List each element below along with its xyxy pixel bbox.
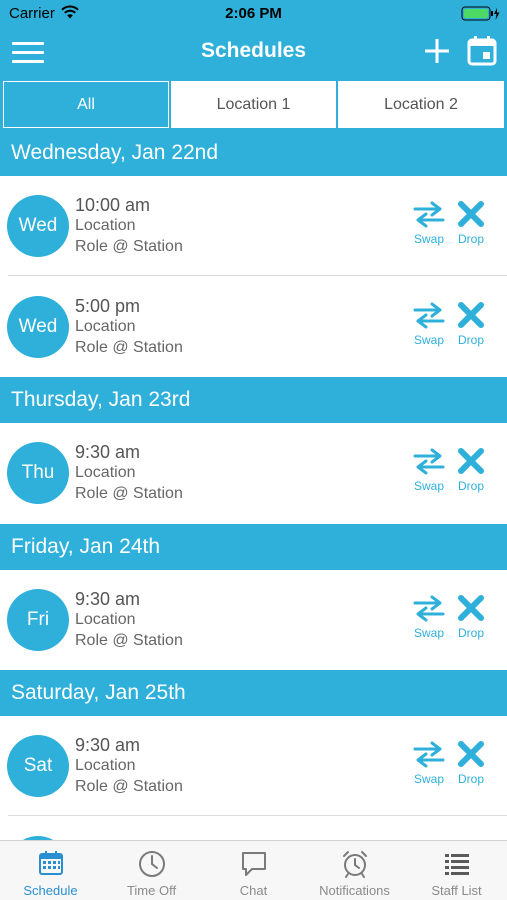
menu-icon[interactable] bbox=[10, 38, 46, 68]
shift-role: Role @ Station bbox=[75, 238, 183, 255]
shift-row[interactable]: Wed 5:00 pm Location Role @ Station Swap… bbox=[0, 277, 507, 377]
add-icon[interactable] bbox=[422, 36, 452, 66]
tab-time-off[interactable]: Time Off bbox=[101, 841, 202, 900]
row-divider bbox=[8, 275, 507, 276]
tab-label: Schedule bbox=[23, 883, 78, 898]
nav-bar: Schedules bbox=[0, 28, 507, 78]
status-bar: Carrier 2:06 PM bbox=[0, 0, 507, 28]
close-icon bbox=[458, 201, 484, 227]
swap-icon bbox=[413, 201, 445, 228]
shift-role: Role @ Station bbox=[75, 632, 183, 649]
shift-row[interactable]: Sat 9:30 am Location Role @ Station Swap… bbox=[0, 716, 507, 816]
battery-icon bbox=[461, 6, 500, 21]
top-bar: Carrier 2:06 PM Schedules bbox=[0, 0, 507, 78]
swap-icon bbox=[413, 302, 445, 329]
tab-label: Staff List bbox=[431, 883, 482, 898]
drop-button[interactable]: Drop bbox=[453, 740, 489, 790]
shift-role: Role @ Station bbox=[75, 339, 183, 356]
drop-label: Drop bbox=[457, 232, 484, 246]
shift-time: 9:30 am bbox=[75, 589, 141, 609]
day-badge: Sat bbox=[7, 735, 69, 797]
tab-location-1[interactable]: Location 1 bbox=[171, 81, 336, 128]
close-icon bbox=[458, 741, 484, 767]
tab-all[interactable]: All bbox=[3, 81, 169, 128]
shift-time: 9:30 am bbox=[75, 442, 141, 462]
shift-role: Role @ Station bbox=[75, 485, 183, 502]
chat-bubble-icon bbox=[241, 852, 266, 876]
swap-button[interactable]: Swap bbox=[409, 447, 449, 497]
alarm-clock-icon bbox=[342, 851, 367, 878]
drop-label: Drop bbox=[457, 626, 484, 640]
day-header: Saturday, Jan 25th bbox=[0, 670, 507, 716]
clock-time: 2:06 PM bbox=[225, 5, 282, 22]
day-badge: Wed bbox=[7, 195, 69, 257]
tab-staff-list[interactable]: Staff List bbox=[406, 841, 507, 900]
drop-button[interactable]: Drop bbox=[453, 301, 489, 351]
swap-label: Swap bbox=[413, 772, 445, 786]
bottom-tab-bar: Schedule Time Off Chat Notifications Sta… bbox=[0, 840, 507, 900]
swap-icon bbox=[413, 595, 445, 622]
shift-time: 10:00 am bbox=[75, 195, 151, 215]
day-header: Wednesday, Jan 22nd bbox=[0, 130, 507, 176]
shift-location: Location bbox=[75, 318, 136, 335]
clock-icon bbox=[138, 851, 165, 877]
day-header: Friday, Jan 24th bbox=[0, 524, 507, 570]
tab-notifications[interactable]: Notifications bbox=[304, 841, 405, 900]
tab-location-2[interactable]: Location 2 bbox=[338, 81, 504, 128]
day-badge: Wed bbox=[7, 296, 69, 358]
swap-button[interactable]: Swap bbox=[409, 740, 449, 790]
tab-chat[interactable]: Chat bbox=[203, 841, 304, 900]
swap-label: Swap bbox=[413, 479, 445, 493]
shift-location: Location bbox=[75, 611, 136, 628]
close-icon bbox=[458, 448, 484, 474]
calendar-grid-icon bbox=[38, 851, 63, 875]
swap-label: Swap bbox=[413, 232, 445, 246]
tab-label: Chat bbox=[239, 883, 268, 898]
swap-button[interactable]: Swap bbox=[409, 301, 449, 351]
swap-icon bbox=[413, 448, 445, 475]
shift-location: Location bbox=[75, 757, 136, 774]
swap-button[interactable]: Swap bbox=[409, 594, 449, 644]
tab-label: Time Off bbox=[126, 883, 177, 898]
swap-label: Swap bbox=[413, 333, 445, 347]
shift-location: Location bbox=[75, 464, 136, 481]
day-badge: Fri bbox=[7, 589, 69, 651]
drop-label: Drop bbox=[457, 772, 484, 786]
close-icon bbox=[458, 302, 484, 328]
drop-button[interactable]: Drop bbox=[453, 200, 489, 250]
drop-label: Drop bbox=[457, 333, 484, 347]
shift-time: 9:30 am bbox=[75, 735, 141, 755]
tab-label: Notifications bbox=[319, 883, 390, 898]
swap-label: Swap bbox=[413, 626, 445, 640]
day-header: Thursday, Jan 23rd bbox=[0, 377, 507, 423]
list-icon bbox=[444, 854, 469, 875]
shift-row[interactable]: Fri 9:30 am Location Role @ Station Swap… bbox=[0, 570, 507, 670]
drop-button[interactable]: Drop bbox=[453, 447, 489, 497]
swap-button[interactable]: Swap bbox=[409, 200, 449, 250]
location-tabs: All Location 1 Location 2 bbox=[0, 78, 507, 130]
shift-location: Location bbox=[75, 217, 136, 234]
shift-row[interactable]: Thu 9:30 am Location Role @ Station Swap… bbox=[0, 423, 507, 523]
shift-role: Role @ Station bbox=[75, 778, 183, 795]
row-divider bbox=[8, 815, 507, 816]
close-icon bbox=[458, 595, 484, 621]
swap-icon bbox=[413, 741, 445, 768]
drop-label: Drop bbox=[457, 479, 484, 493]
tab-schedule[interactable]: Schedule bbox=[0, 841, 101, 900]
calendar-icon[interactable] bbox=[466, 35, 498, 67]
shift-time: 5:00 pm bbox=[75, 296, 141, 316]
shift-row[interactable]: Wed 10:00 am Location Role @ Station Swa… bbox=[0, 176, 507, 276]
drop-button[interactable]: Drop bbox=[453, 594, 489, 644]
day-badge: Thu bbox=[7, 442, 69, 504]
